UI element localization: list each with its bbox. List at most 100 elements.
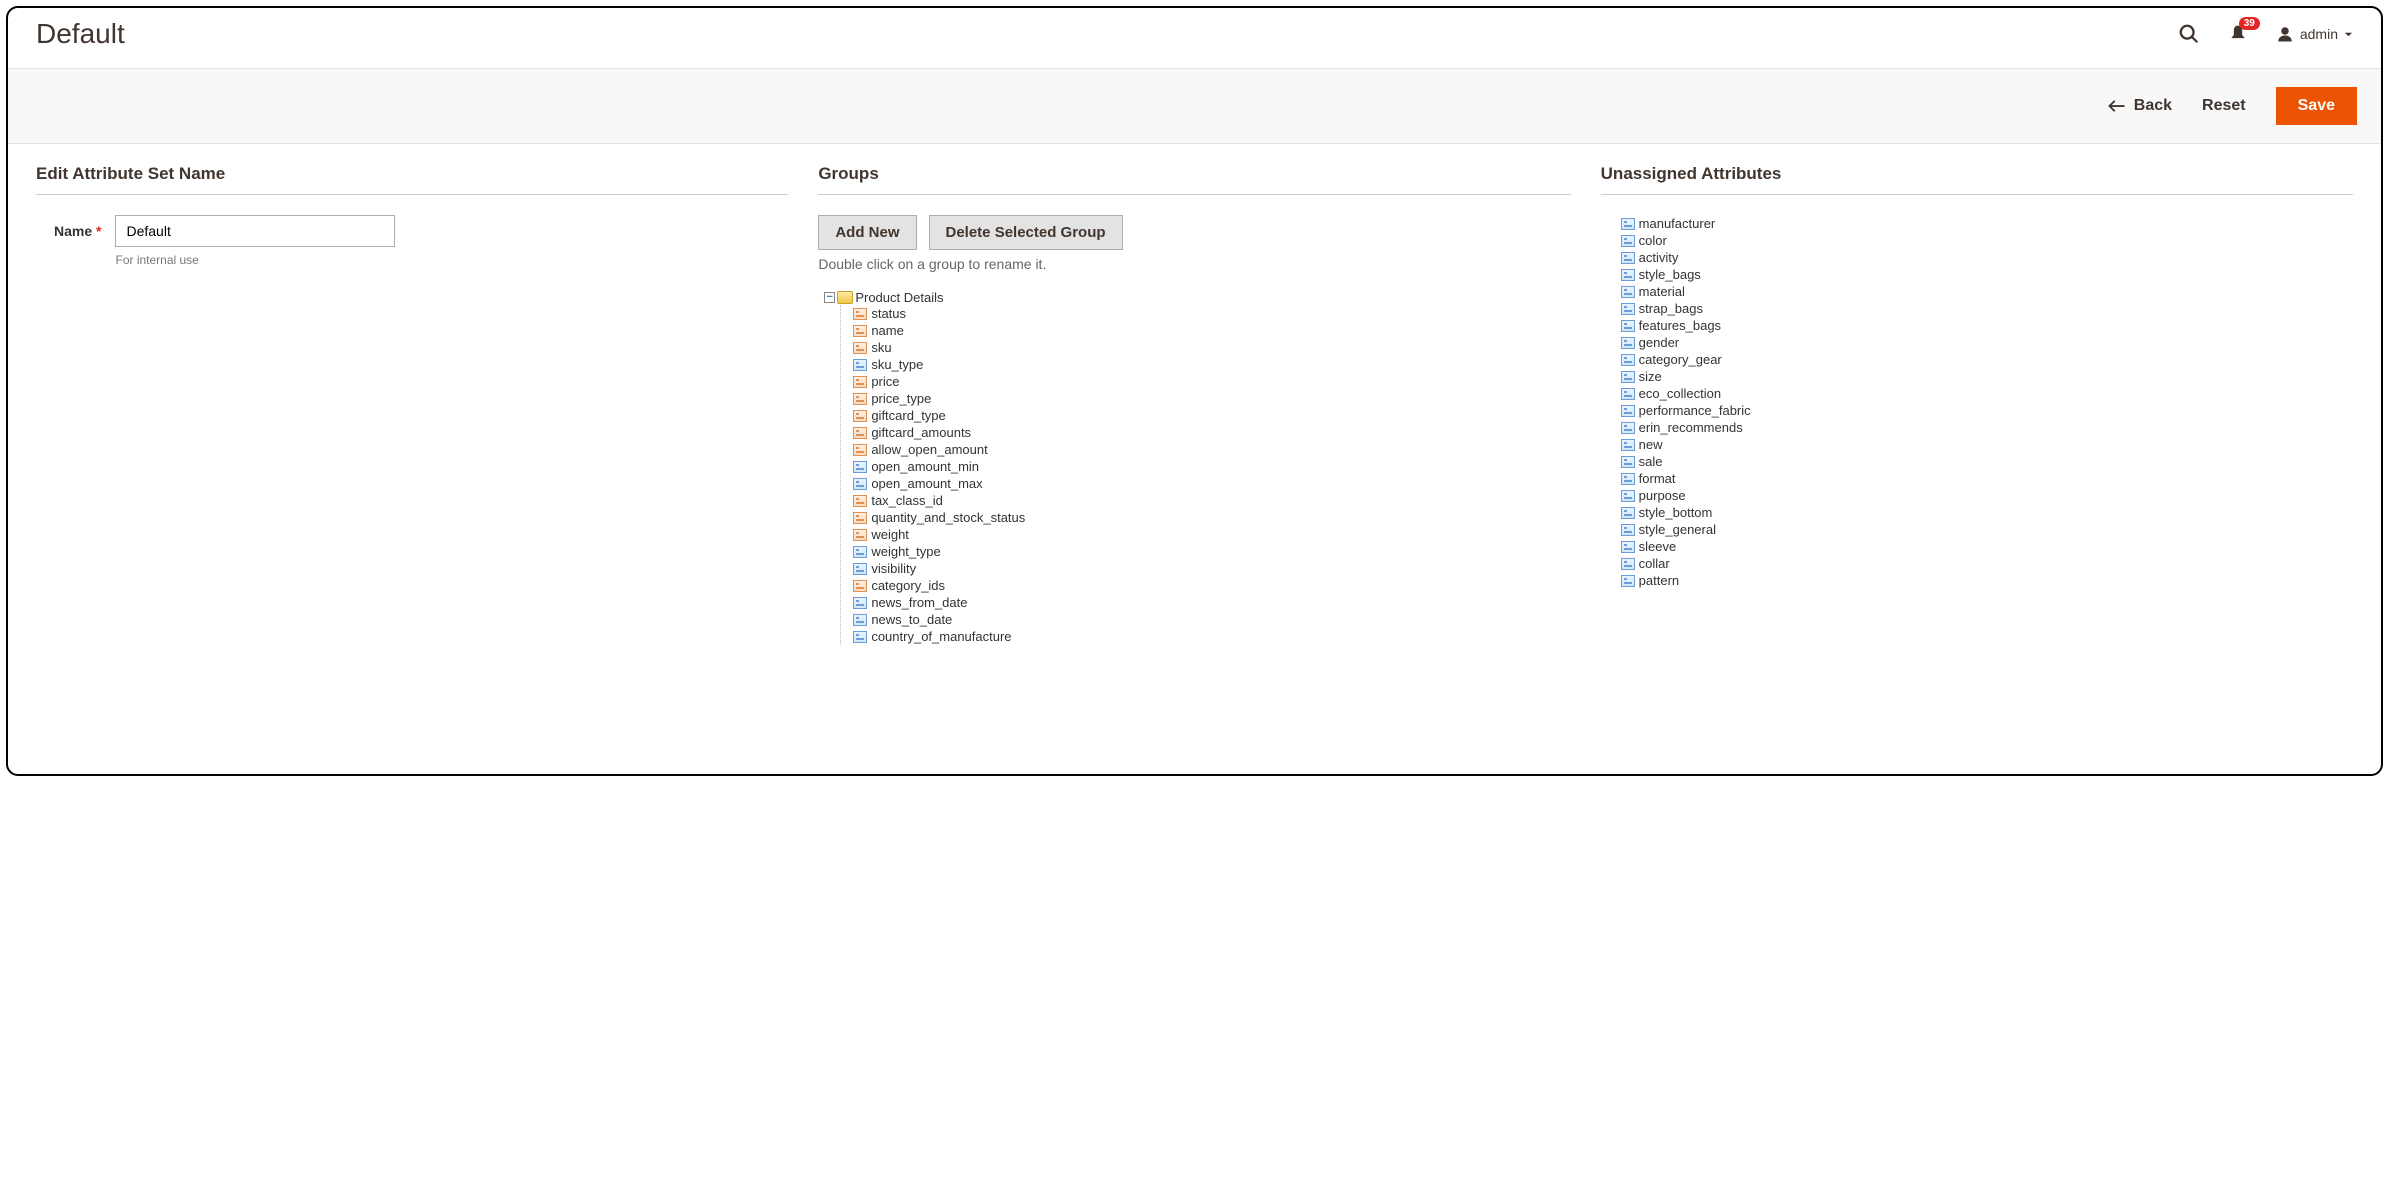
delete-selected-group-button[interactable]: Delete Selected Group bbox=[929, 215, 1123, 250]
search-icon[interactable] bbox=[2178, 23, 2200, 45]
tree-attribute-item[interactable]: giftcard_type bbox=[853, 407, 1570, 424]
attribute-icon bbox=[1621, 405, 1635, 417]
unassigned-attribute-item[interactable]: style_general bbox=[1621, 521, 2353, 538]
attribute-icon bbox=[853, 325, 867, 337]
attribute-icon bbox=[1621, 541, 1635, 553]
notifications-icon[interactable]: 39 bbox=[2228, 23, 2248, 45]
attribute-icon bbox=[853, 461, 867, 473]
attribute-label: quantity_and_stock_status bbox=[871, 510, 1025, 525]
add-new-button[interactable]: Add New bbox=[818, 215, 916, 250]
unassigned-attribute-item[interactable]: format bbox=[1621, 470, 2353, 487]
attribute-label: collar bbox=[1639, 556, 1670, 571]
attribute-label: giftcard_type bbox=[871, 408, 945, 423]
unassigned-attribute-item[interactable]: sleeve bbox=[1621, 538, 2353, 555]
tree-attribute-item[interactable]: sku_type bbox=[853, 356, 1570, 373]
user-label: admin bbox=[2300, 26, 2338, 42]
attribute-label: open_amount_min bbox=[871, 459, 979, 474]
unassigned-attribute-item[interactable]: erin_recommends bbox=[1621, 419, 2353, 436]
unassigned-attribute-item[interactable]: color bbox=[1621, 232, 2353, 249]
attribute-icon bbox=[1621, 439, 1635, 451]
name-label: Name bbox=[54, 223, 92, 239]
attribute-icon bbox=[853, 444, 867, 456]
attribute-icon bbox=[853, 529, 867, 541]
tree-attribute-item[interactable]: news_from_date bbox=[853, 594, 1570, 611]
attribute-label: sku_type bbox=[871, 357, 923, 372]
attribute-label: category_ids bbox=[871, 578, 945, 593]
tree-group-root[interactable]: − Product Details bbox=[824, 290, 1570, 305]
user-icon bbox=[2276, 25, 2294, 43]
folder-icon bbox=[837, 291, 853, 304]
unassigned-attribute-item[interactable]: purpose bbox=[1621, 487, 2353, 504]
attribute-label: visibility bbox=[871, 561, 916, 576]
attribute-icon bbox=[853, 427, 867, 439]
unassigned-attribute-item[interactable]: strap_bags bbox=[1621, 300, 2353, 317]
unassigned-attribute-item[interactable]: category_gear bbox=[1621, 351, 2353, 368]
back-button[interactable]: Back bbox=[2108, 97, 2172, 115]
user-menu[interactable]: admin bbox=[2276, 25, 2353, 43]
unassigned-section-title: Unassigned Attributes bbox=[1601, 164, 2353, 195]
tree-attribute-item[interactable]: country_of_manufacture bbox=[853, 628, 1570, 645]
attribute-icon bbox=[1621, 337, 1635, 349]
reset-button[interactable]: Reset bbox=[2202, 97, 2246, 115]
groups-hint: Double click on a group to rename it. bbox=[818, 256, 1570, 272]
unassigned-attribute-item[interactable]: size bbox=[1621, 368, 2353, 385]
attribute-label: name bbox=[871, 323, 904, 338]
unassigned-attribute-item[interactable]: style_bottom bbox=[1621, 504, 2353, 521]
tree-attribute-item[interactable]: open_amount_max bbox=[853, 475, 1570, 492]
unassigned-attribute-item[interactable]: collar bbox=[1621, 555, 2353, 572]
tree-attribute-item[interactable]: sku bbox=[853, 339, 1570, 356]
tree-attribute-item[interactable]: open_amount_min bbox=[853, 458, 1570, 475]
attribute-label: color bbox=[1639, 233, 1667, 248]
attribute-icon bbox=[853, 478, 867, 490]
required-marker: * bbox=[96, 223, 101, 239]
attribute-label: size bbox=[1639, 369, 1662, 384]
attribute-icon bbox=[853, 376, 867, 388]
collapse-icon[interactable]: − bbox=[824, 292, 835, 303]
tree-attribute-item[interactable]: visibility bbox=[853, 560, 1570, 577]
unassigned-attribute-item[interactable]: pattern bbox=[1621, 572, 2353, 589]
unassigned-attribute-item[interactable]: material bbox=[1621, 283, 2353, 300]
attribute-icon bbox=[1621, 456, 1635, 468]
attribute-icon bbox=[853, 393, 867, 405]
name-input[interactable] bbox=[115, 215, 395, 247]
attribute-label: weight_type bbox=[871, 544, 940, 559]
attribute-label: erin_recommends bbox=[1639, 420, 1743, 435]
tree-attribute-item[interactable]: tax_class_id bbox=[853, 492, 1570, 509]
unassigned-attribute-item[interactable]: new bbox=[1621, 436, 2353, 453]
tree-attribute-item[interactable]: status bbox=[853, 305, 1570, 322]
attribute-label: eco_collection bbox=[1639, 386, 1721, 401]
unassigned-attribute-item[interactable]: sale bbox=[1621, 453, 2353, 470]
unassigned-attribute-item[interactable]: eco_collection bbox=[1621, 385, 2353, 402]
attribute-icon bbox=[853, 563, 867, 575]
tree-attribute-item[interactable]: giftcard_amounts bbox=[853, 424, 1570, 441]
unassigned-attribute-item[interactable]: style_bags bbox=[1621, 266, 2353, 283]
attribute-icon bbox=[1621, 252, 1635, 264]
name-hint: For internal use bbox=[115, 253, 395, 267]
tree-attribute-item[interactable]: category_ids bbox=[853, 577, 1570, 594]
tree-attribute-item[interactable]: name bbox=[853, 322, 1570, 339]
chevron-down-icon bbox=[2344, 30, 2353, 39]
unassigned-attribute-item[interactable]: gender bbox=[1621, 334, 2353, 351]
attribute-icon bbox=[1621, 218, 1635, 230]
unassigned-attribute-item[interactable]: activity bbox=[1621, 249, 2353, 266]
tree-attribute-item[interactable]: weight_type bbox=[853, 543, 1570, 560]
attribute-label: tax_class_id bbox=[871, 493, 943, 508]
attribute-icon bbox=[1621, 558, 1635, 570]
attribute-icon bbox=[1621, 286, 1635, 298]
unassigned-attribute-item[interactable]: features_bags bbox=[1621, 317, 2353, 334]
attribute-label: allow_open_amount bbox=[871, 442, 987, 457]
attribute-icon bbox=[1621, 235, 1635, 247]
tree-attribute-item[interactable]: weight bbox=[853, 526, 1570, 543]
unassigned-attribute-item[interactable]: manufacturer bbox=[1621, 215, 2353, 232]
unassigned-attribute-item[interactable]: performance_fabric bbox=[1621, 402, 2353, 419]
tree-attribute-item[interactable]: price bbox=[853, 373, 1570, 390]
tree-attribute-item[interactable]: price_type bbox=[853, 390, 1570, 407]
tree-attribute-item[interactable]: news_to_date bbox=[853, 611, 1570, 628]
attribute-label: new bbox=[1639, 437, 1663, 452]
tree-attribute-item[interactable]: allow_open_amount bbox=[853, 441, 1570, 458]
page-title: Default bbox=[36, 18, 2178, 50]
tree-attribute-item[interactable]: quantity_and_stock_status bbox=[853, 509, 1570, 526]
attribute-label: price bbox=[871, 374, 899, 389]
attribute-label: style_general bbox=[1639, 522, 1716, 537]
save-button[interactable]: Save bbox=[2276, 87, 2357, 125]
